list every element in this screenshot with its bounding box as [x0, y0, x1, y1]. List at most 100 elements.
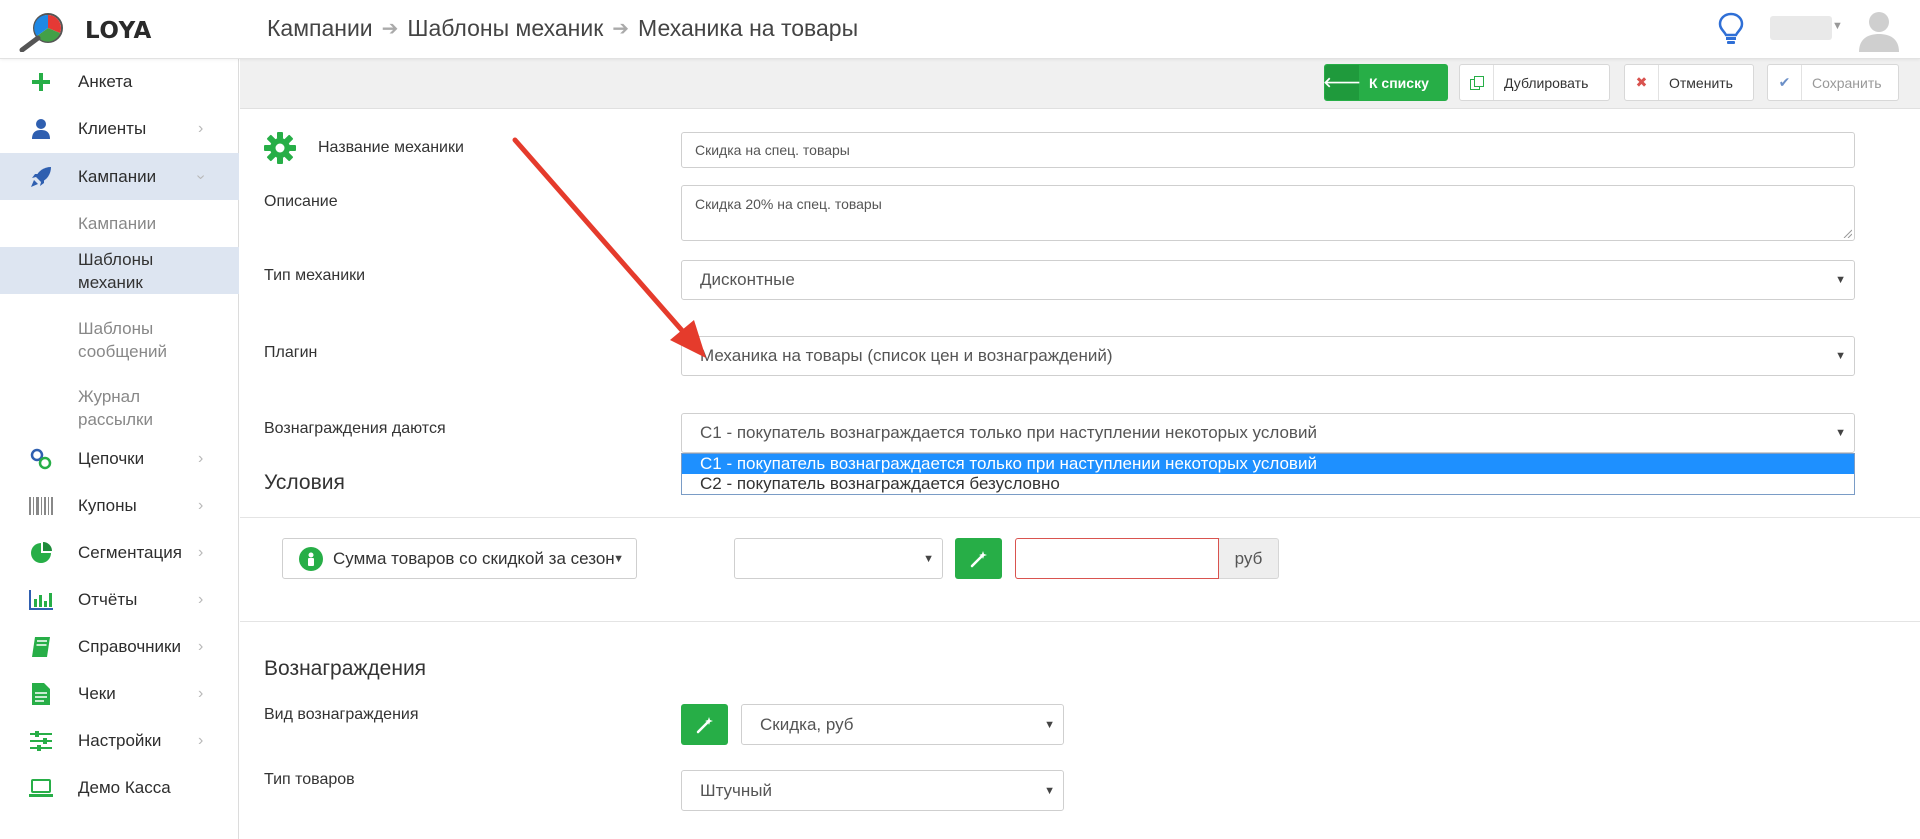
sidebar-subitem-label: Журнал рассылки — [78, 387, 153, 429]
chevron-right-icon: › — [198, 638, 204, 655]
sidebar-item-settings[interactable]: Настройки › — [0, 721, 239, 761]
sidebar-item-coupons[interactable]: Купоны › — [0, 486, 239, 526]
currency-label: руб — [1234, 548, 1263, 568]
amount-input[interactable] — [1015, 538, 1219, 579]
resize-handle-icon[interactable] — [1842, 228, 1852, 238]
app-name: LOYA — [85, 18, 152, 44]
reward-magic-wand-button[interactable] — [681, 704, 728, 745]
conditions-title: Условия — [264, 471, 345, 494]
goods-type-value: Штучный — [700, 780, 773, 800]
save-label: Сохранить — [1812, 74, 1882, 91]
sidebar-subitem-label: Шаблоны сообщений — [78, 319, 167, 361]
mechanic-type-select[interactable]: Дисконтные ▼ — [681, 260, 1855, 300]
caret-down-icon: ▼ — [1044, 718, 1055, 731]
magic-wand-icon — [696, 716, 713, 733]
cancel-label: Отменить — [1669, 74, 1733, 91]
user-name-blurred[interactable] — [1770, 16, 1832, 40]
close-icon: ✖ — [1625, 65, 1659, 100]
copy-icon — [1460, 65, 1494, 100]
top-bar: LOYA Кампании ➔ Шаблоны механик ➔ Механи… — [0, 0, 1920, 59]
sidebar-subitem-mechanic-templates[interactable]: Шаблоны механик — [0, 247, 239, 294]
sidebar-item-demo-cashbox[interactable]: Демо Касса — [0, 768, 239, 808]
rocket-icon — [28, 164, 54, 190]
breadcrumb-item-campaigns[interactable]: Кампании — [267, 15, 373, 42]
book-icon — [28, 634, 54, 660]
bar-chart-icon — [28, 587, 54, 613]
magic-wand-button[interactable] — [955, 538, 1002, 579]
avatar[interactable] — [1856, 6, 1902, 52]
name-label: Название механики — [318, 139, 464, 156]
duplicate-button[interactable]: Дублировать — [1459, 64, 1610, 101]
sidebar-item-label: Настройки — [78, 731, 162, 750]
breadcrumb-arrow-icon: ➔ — [381, 17, 399, 40]
cancel-button[interactable]: ✖ Отменить — [1624, 64, 1754, 101]
sidebar-item-label: Сегментация — [78, 543, 182, 562]
sidebar-item-reports[interactable]: Отчёты › — [0, 580, 239, 620]
sidebar-item-label: Чеки — [78, 684, 116, 703]
plugin-label: Плагин — [264, 344, 318, 361]
sidebar-item-label: Справочники — [78, 637, 181, 656]
chevron-right-icon: › — [198, 120, 204, 137]
logo[interactable]: LOYA — [18, 10, 248, 52]
sidebar-item-label: Цепочки — [78, 449, 145, 468]
name-input[interactable]: Скидка на спец. товары — [681, 132, 1855, 168]
sidebar-item-label: Демо Касса — [78, 778, 171, 797]
sidebar-subitem-mailing-log[interactable]: Журнал рассылки — [0, 364, 239, 429]
arrow-left-icon: 🡐 — [1323, 65, 1361, 100]
sidebar-item-campaigns[interactable]: Кампании › — [0, 153, 239, 200]
sidebar-item-chains[interactable]: Цепочки › — [0, 439, 239, 479]
sidebar-item-references[interactable]: Справочники › — [0, 627, 239, 667]
currency-addon: руб — [1219, 538, 1279, 579]
description-label: Описание — [264, 193, 338, 210]
sliders-icon — [28, 728, 54, 754]
sidebar-item-clients[interactable]: Клиенты › — [0, 109, 239, 149]
rewards-given-label: Вознаграждения даются — [264, 420, 446, 437]
operator-select[interactable]: ▼ — [734, 538, 943, 579]
back-to-list-button[interactable]: 🡐 К списку — [1323, 64, 1448, 101]
person-icon — [299, 546, 323, 571]
mechanic-type-value: Дисконтные — [700, 270, 795, 289]
gear-icon — [264, 132, 296, 164]
chain-icon — [28, 446, 54, 472]
breadcrumb-arrow-icon: ➔ — [612, 17, 630, 40]
user-menu-caret-icon[interactable]: ▼ — [1832, 20, 1843, 32]
sidebar-item-label: Купоны — [78, 496, 137, 515]
description-textarea[interactable]: Скидка 20% на спец. товары — [681, 185, 1855, 241]
breadcrumb-item-mechanic-templates[interactable]: Шаблоны механик — [407, 15, 603, 42]
caret-down-icon: ▼ — [1835, 350, 1846, 362]
pie-chart-icon — [28, 540, 54, 566]
document-icon — [28, 681, 54, 707]
sidebar-item-segmentation[interactable]: Сегментация › — [0, 533, 239, 573]
plugin-select[interactable]: Механика на товары (список цен и вознагр… — [681, 336, 1855, 376]
dropdown-option-c1[interactable]: С1 - покупатель вознаграждается только п… — [682, 454, 1854, 474]
back-to-list-label: К списку — [1369, 74, 1429, 91]
caret-down-icon: ▼ — [923, 552, 934, 565]
chevron-right-icon: › — [198, 497, 204, 514]
chevron-right-icon: › — [198, 544, 204, 561]
condition-select[interactable]: Сумма товаров со скидкой за сезон ▼ — [282, 538, 637, 579]
magic-wand-icon — [970, 550, 987, 567]
caret-down-icon: ▼ — [1044, 784, 1055, 797]
breadcrumb: Кампании ➔ Шаблоны механик ➔ Механика на… — [267, 13, 858, 43]
sidebar-item-receipts[interactable]: Чеки › — [0, 674, 239, 714]
sidebar-item-label: Анкета — [78, 72, 133, 91]
goods-type-select[interactable]: Штучный ▼ — [681, 770, 1064, 811]
sidebar-subitem-campaigns[interactable]: Кампании — [0, 200, 239, 247]
rewards-given-select[interactable]: С1 - покупатель вознаграждается только п… — [681, 413, 1855, 453]
rewards-given-dropdown: С1 - покупатель вознаграждается только п… — [681, 453, 1855, 495]
divider — [240, 517, 1920, 518]
mechanic-type-label: Тип механики — [264, 267, 366, 284]
chevron-right-icon: › — [198, 450, 204, 467]
save-button[interactable]: ✔ Сохранить — [1767, 64, 1899, 101]
reward-kind-select[interactable]: Скидка, руб ▼ — [741, 704, 1064, 745]
dropdown-option-c2[interactable]: С2 - покупатель вознаграждается безуслов… — [682, 474, 1854, 494]
lightbulb-icon[interactable] — [1718, 12, 1744, 46]
breadcrumb-item-current: Механика на товары — [638, 14, 859, 41]
sidebar-subitem-message-templates[interactable]: Шаблоны сообщений — [0, 317, 239, 364]
sidebar-item-questionnaire[interactable]: Анкета — [0, 62, 239, 102]
action-toolbar: 🡐 К списку Дублировать ✖ Отменить ✔ Сохр… — [240, 59, 1920, 109]
sidebar-item-label: Клиенты — [78, 119, 147, 138]
chevron-down-icon: › — [192, 173, 210, 180]
description-value: Скидка 20% на спец. товары — [695, 196, 882, 212]
divider — [240, 621, 1920, 622]
